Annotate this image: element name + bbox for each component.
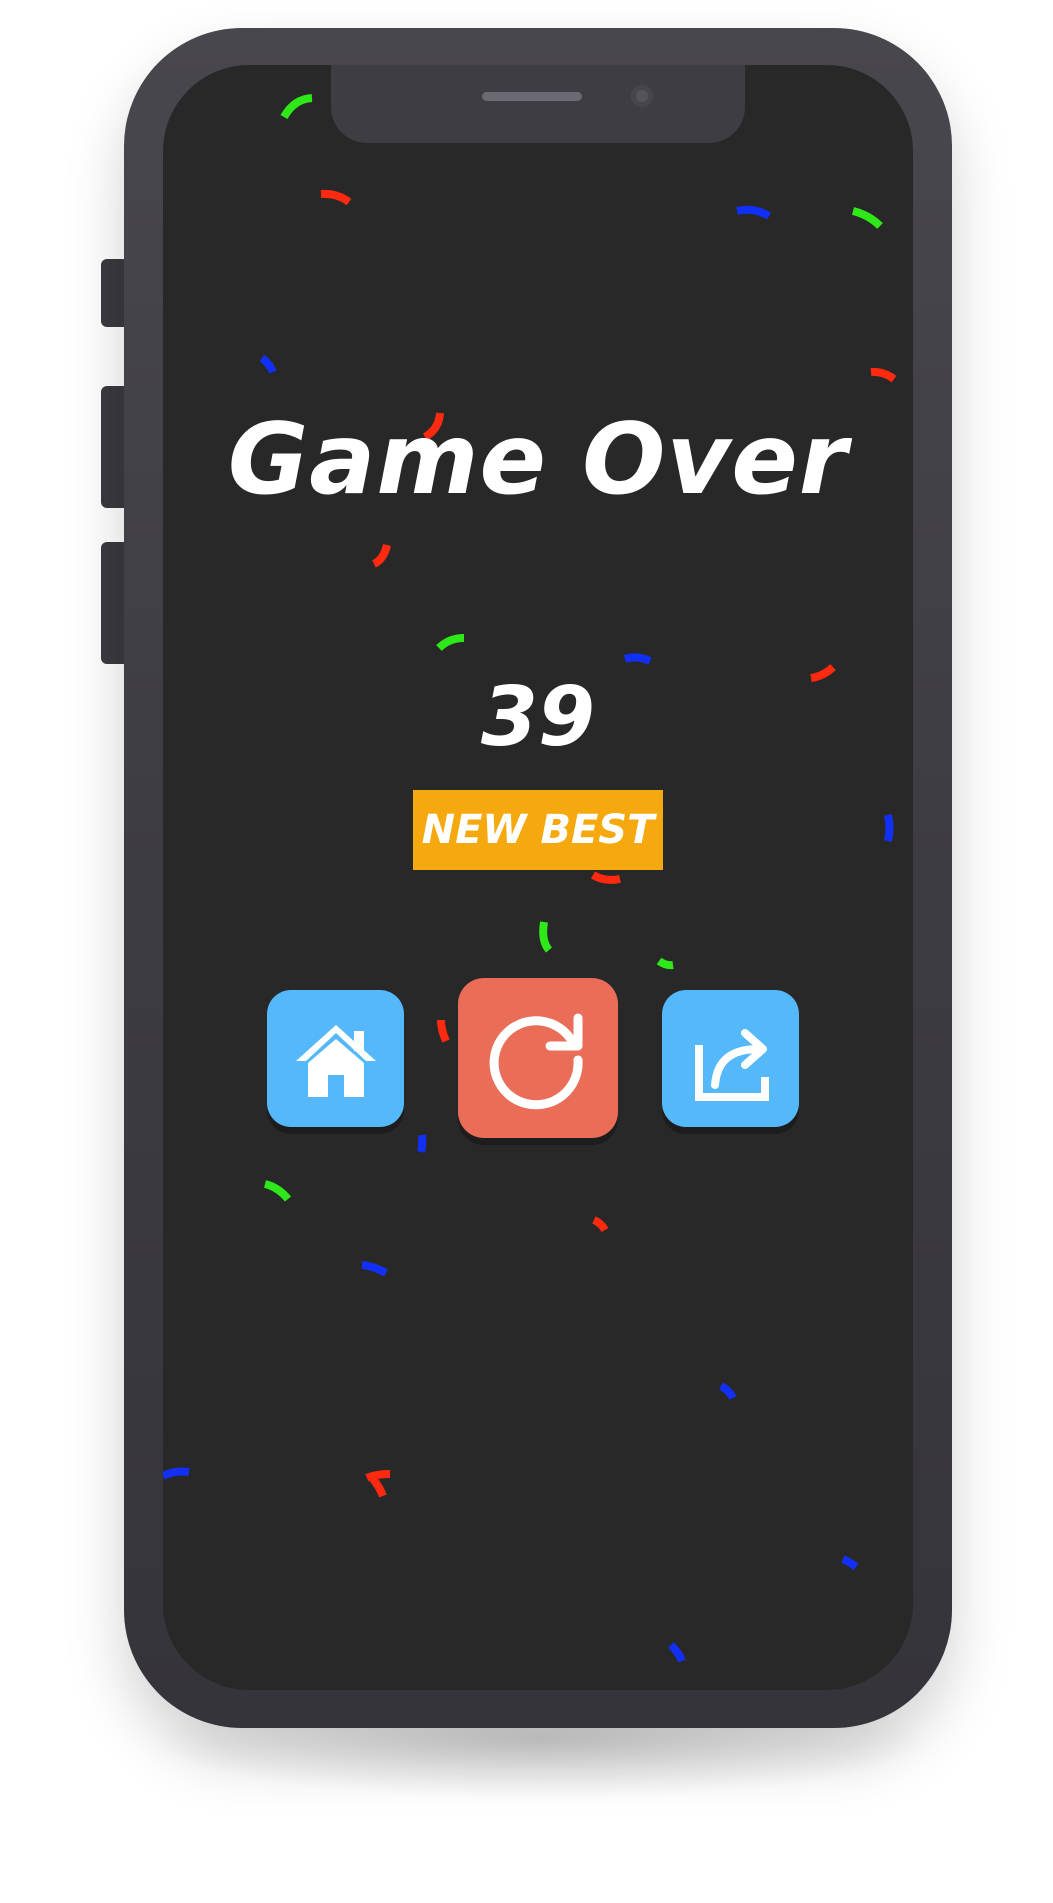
confetti-piece xyxy=(417,1134,427,1153)
confetti-piece xyxy=(719,1382,737,1400)
confetti-piece xyxy=(668,1642,686,1663)
home-icon xyxy=(295,1024,376,1097)
confetti-piece xyxy=(437,1019,450,1043)
home-button[interactable] xyxy=(267,990,404,1127)
confetti-piece xyxy=(656,957,674,970)
restart-button[interactable] xyxy=(458,978,618,1138)
confetti-piece xyxy=(369,1476,387,1498)
share-icon xyxy=(694,1028,769,1101)
confetti-piece xyxy=(539,921,553,953)
new-best-badge: NEW BEST xyxy=(413,790,663,870)
front-camera xyxy=(631,85,653,107)
game-over-title: Game Over xyxy=(227,403,849,517)
confetti-piece xyxy=(372,544,391,568)
confetti-piece xyxy=(263,1180,292,1202)
confetti-piece xyxy=(280,94,313,120)
restart-icon xyxy=(489,1013,583,1110)
earpiece-speaker xyxy=(482,92,582,101)
confetti-piece xyxy=(884,814,894,842)
confetti-piece xyxy=(320,189,352,206)
confetti-layer xyxy=(163,94,897,1663)
confetti-piece xyxy=(851,207,883,229)
confetti-piece xyxy=(870,367,897,383)
notch xyxy=(331,65,745,143)
confetti-piece xyxy=(163,1467,190,1480)
confetti-piece xyxy=(436,634,465,651)
confetti-piece xyxy=(736,205,772,220)
final-score: 39 xyxy=(480,670,596,765)
game-screen: Game Over 39 NEW BEST xyxy=(163,65,913,1690)
confetti-piece xyxy=(365,1470,391,1482)
confetti-piece xyxy=(592,1216,609,1233)
confetti-piece xyxy=(590,871,621,884)
confetti-piece xyxy=(259,354,277,374)
confetti-piece xyxy=(841,1555,859,1571)
stage: Game Over 39 NEW BEST xyxy=(0,0,1053,1903)
confetti-piece xyxy=(361,1261,388,1277)
confetti-piece xyxy=(623,653,652,665)
share-button[interactable] xyxy=(662,990,799,1127)
